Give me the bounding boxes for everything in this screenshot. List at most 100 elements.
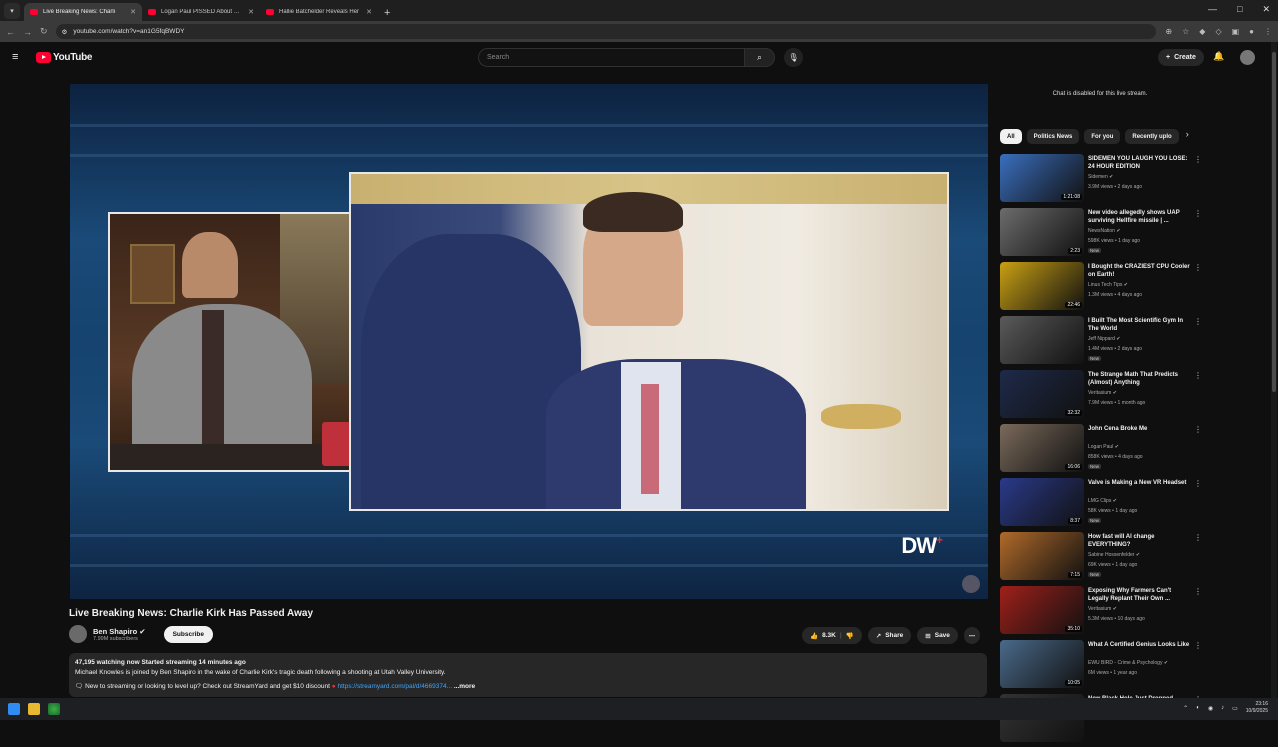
more-actions-button[interactable]: ⋯ [963,627,981,644]
scrollbar-thumb[interactable] [1272,52,1276,392]
video-thumbnail[interactable]: 32:32 [1000,370,1084,418]
notifications-bell-icon[interactable]: 🔔 [1213,51,1224,62]
install-icon[interactable]: ⊕ [1165,27,1172,36]
voice-search-button[interactable]: 🎙 [784,48,803,67]
browser-taskbar-icon[interactable] [48,703,60,715]
bookmark-star-icon[interactable]: ☆ [1182,27,1189,36]
volume-icon[interactable]: ♪ [1221,705,1224,711]
recommendation-item[interactable]: I Built The Most Scientific Gym In The W… [1000,315,1205,369]
video-player[interactable]: DW+ [70,84,988,599]
chevron-right-icon[interactable]: › [1186,129,1189,144]
recommendation-item[interactable]: 7:15 How fast will AI change EVERYTHING? S… [1000,531,1205,585]
more-vertical-icon[interactable]: ⋮ [1194,371,1202,380]
video-thumbnail[interactable]: 7:15 [1000,532,1084,580]
network-icon[interactable]: ◉ [1208,705,1213,712]
tab-close-icon[interactable]: ✕ [248,8,254,16]
profile-icon[interactable]: ● [1249,27,1254,36]
more-vertical-icon[interactable]: ⋮ [1194,587,1202,596]
new-tab-button[interactable]: + [378,7,396,21]
description-link[interactable]: https://streamyard.com/pal/d/4669374... [338,683,453,690]
video-thumbnail[interactable]: 8:37 [1000,478,1084,526]
recommendation-item[interactable]: 16:06 John Cena Broke Me Logan Paul ✔ 858K … [1000,423,1205,477]
recommendation-channel[interactable]: Sidemen ✔ [1088,174,1113,180]
filter-chip[interactable]: For you [1084,129,1121,144]
recommendation-channel[interactable]: LMG Clips ✔ [1088,498,1117,504]
forward-icon[interactable]: → [23,27,32,37]
tray-app-icon[interactable]: ◐ [1196,705,1200,711]
channel-name[interactable]: Ben Shapiro ✔ [93,627,146,636]
recommendation-title[interactable]: Exposing Why Farmers Can't Legally Repla… [1088,587,1192,603]
recommendation-channel[interactable]: EWU BIRD - Crime & Psychology ✔ [1088,660,1168,666]
url-field[interactable]: ⚙ youtube.com/watch?v=an1G5fqBWDY [55,24,1156,39]
more-vertical-icon[interactable]: ⋮ [1194,155,1202,164]
video-thumbnail[interactable]: 2:23 [1000,208,1084,256]
video-thumbnail[interactable]: 10:05 [1000,640,1084,688]
recommendation-channel[interactable]: Linus Tech Tips ✔ [1088,282,1128,288]
recommendation-title[interactable]: New video allegedly shows UAP surviving … [1088,209,1192,225]
video-thumbnail[interactable]: 35:10 [1000,586,1084,634]
filter-chip[interactable]: All [1000,129,1022,144]
windows-start-icon[interactable] [8,703,20,715]
recommendation-item[interactable]: 8:37 Valve is Making a New VR Headset LMG … [1000,477,1205,531]
tab-menu-button[interactable]: ▾ [4,3,20,19]
recommendation-item[interactable]: 2:23 New video allegedly shows UAP surviv… [1000,207,1205,261]
youtube-logo[interactable]: YouTube [36,51,95,63]
tab-close-icon[interactable]: ✕ [366,8,372,16]
close-icon[interactable]: ✕ [1262,4,1270,15]
more-vertical-icon[interactable]: ⋮ [1194,425,1202,434]
browser-tab[interactable]: Logan Paul PISSED About Raju ✕ [142,3,260,21]
browser-menu-icon[interactable]: ⋮ [1264,27,1272,36]
guide-menu-icon[interactable]: ≡ [12,51,23,63]
page-scrollbar[interactable] [1271,42,1277,698]
recommendation-title[interactable]: I Built The Most Scientific Gym In The W… [1088,317,1192,333]
recommendation-title[interactable]: SIDEMEN YOU LAUGH YOU LOSE: 24 HOUR EDIT… [1088,155,1192,171]
recommendation-title[interactable]: The Strange Math That Predicts (Almost) … [1088,371,1192,387]
recommendation-title[interactable]: John Cena Broke Me [1088,425,1192,433]
battery-icon[interactable]: ▭ [1232,705,1238,712]
recommendation-title[interactable]: I Bought the CRAZIEST CPU Cooler on Eart… [1088,263,1192,279]
search-button[interactable]: ⌕ [744,48,775,67]
recommendation-channel[interactable]: Logan Paul ✔ [1088,444,1119,450]
extensions-puzzle-icon[interactable]: ▣ [1232,27,1240,36]
search-input[interactable]: Search [478,48,744,67]
recommendation-channel[interactable]: Veritasium ✔ [1088,606,1117,612]
recommendation-channel[interactable]: Jeff Nippard ✔ [1088,336,1120,342]
video-thumbnail[interactable] [1000,316,1084,364]
recommendation-title[interactable]: Valve is Making a New VR Headset [1088,479,1192,487]
tab-close-icon[interactable]: ✕ [130,8,136,16]
recommendation-title[interactable]: What A Certified Genius Looks Like [1088,641,1192,649]
channel-avatar[interactable] [69,625,87,643]
recommendation-title[interactable]: How fast will AI change EVERYTHING? [1088,533,1192,549]
site-info-icon[interactable]: ⚙ [62,28,68,36]
share-button[interactable]: ↗ Share [867,627,912,644]
filter-chip[interactable]: Politics News [1026,129,1080,144]
browser-tab[interactable]: Hallie Batchelder Reveals Her ✕ [260,3,378,21]
save-button[interactable]: ⊞ Save [917,627,958,644]
reload-icon[interactable]: ↻ [40,26,48,37]
tray-chevron-icon[interactable]: ⌃ [1183,705,1188,712]
more-vertical-icon[interactable]: ⋮ [1194,263,1202,272]
video-thumbnail[interactable]: 16:06 [1000,424,1084,472]
video-thumbnail[interactable]: 22:46 [1000,262,1084,310]
create-button[interactable]: + Create [1158,49,1204,66]
extension-icon-2[interactable]: ◇ [1215,27,1221,36]
recommendation-channel[interactable]: Sabine Hossenfelder ✔ [1088,552,1140,558]
recommendation-item[interactable]: 1:21:08 SIDEMEN YOU LAUGH YOU LOSE: 24 HO… [1000,153,1205,207]
extension-icon[interactable]: ◆ [1199,27,1205,36]
more-vertical-icon[interactable]: ⋮ [1194,317,1202,326]
more-link[interactable]: ...more [454,683,475,690]
recommendation-item[interactable]: 22:46 I Bought the CRAZIEST CPU Cooler on… [1000,261,1205,315]
browser-tab[interactable]: Live Breaking News: Charli ✕ [24,3,142,21]
clock[interactable]: 23:16 10/9/2025 [1246,701,1268,715]
file-explorer-icon[interactable] [28,703,40,715]
channel-avatar-overlay[interactable] [962,575,980,593]
account-avatar[interactable] [1240,50,1255,65]
more-vertical-icon[interactable]: ⋮ [1194,641,1202,650]
more-vertical-icon[interactable]: ⋮ [1194,533,1202,542]
description-box[interactable]: 47,195 watching now Started streaming 14… [69,653,987,697]
recommendation-item[interactable]: 32:32 The Strange Math That Predicts (Alm… [1000,369,1205,423]
recommendation-item[interactable]: 10:05 What A Certified Genius Looks Like E… [1000,639,1205,693]
back-icon[interactable]: ← [6,27,15,37]
recommendation-item[interactable]: 35:10 Exposing Why Farmers Can't Legally … [1000,585,1205,639]
video-thumbnail[interactable]: 1:21:08 [1000,154,1084,202]
